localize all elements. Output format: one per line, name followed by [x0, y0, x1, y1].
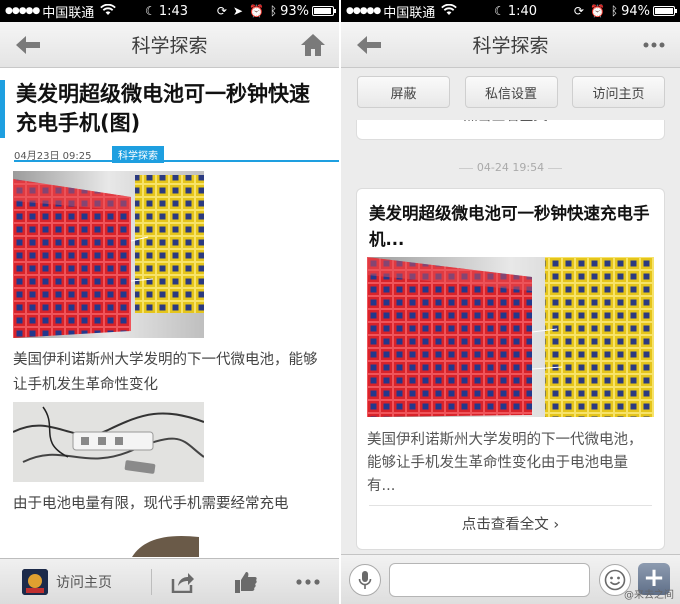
rotation-lock-icon: ⟳: [216, 4, 227, 18]
article-paragraph-1: 美国伊利诺斯州大学发明的下一代微电池，能够让手机发生革命性变化: [13, 352, 318, 393]
home-icon[interactable]: [297, 30, 329, 60]
more-dots-icon[interactable]: [638, 30, 670, 60]
carrier-label: 中国联通: [383, 5, 436, 21]
article-meta: 04月23日 09:25 科学探索: [14, 146, 339, 163]
bluetooth-icon: ᛒ: [610, 4, 619, 18]
page-title: 科学探索: [131, 35, 208, 57]
location-icon: ➤: [232, 4, 243, 18]
moon-icon: ☾: [145, 4, 156, 18]
visit-homepage-button[interactable]: 访问主页: [0, 559, 151, 604]
partial-image: [132, 531, 199, 557]
card-excerpt: 美国伊利诺斯州大学发明的下一代微电池，能够让手机发生革命性变化由于电池电量有..…: [367, 432, 643, 494]
microphone-icon[interactable]: [349, 564, 381, 596]
battery-structure-image[interactable]: [367, 257, 654, 417]
share-icon[interactable]: [152, 559, 214, 604]
status-bar: ●●●●● 中国联通 ☾ 1:43 ⟳ ➤ ⏰ ᛒ 93%: [0, 0, 339, 22]
phone-charger-image[interactable]: [12, 402, 205, 482]
dm-settings-button[interactable]: 私信设置: [464, 76, 558, 108]
message-input[interactable]: [389, 563, 590, 597]
back-arrow-icon[interactable]: [353, 30, 385, 60]
clock-time: 1:43: [158, 3, 189, 19]
moon-icon: ☾: [494, 4, 505, 18]
article-content: 美发明超级微电池可一秒钟快速充电手机(图) 04月23日 09:25 科学探索 …: [0, 68, 339, 558]
signal-icon: ●●●●●: [5, 6, 40, 16]
card-divider: [369, 505, 652, 506]
battery-percent: 94%: [621, 3, 650, 19]
battery-icon: [312, 6, 336, 16]
status-bar: ●●●●● 中国联通 ☾ 1:40 ⟳ ⏰ ᛒ 94%: [341, 0, 680, 22]
battery-percent: 93%: [280, 3, 309, 19]
article-screen: ●●●●● 中国联通 ☾ 1:43 ⟳ ➤ ⏰ ᛒ 93% 科学探索 美发明超级…: [0, 0, 339, 604]
thumbs-up-icon[interactable]: [215, 559, 277, 604]
avatar: [22, 568, 48, 595]
rotation-lock-icon: ⟳: [573, 4, 584, 18]
wifi-icon: [441, 3, 458, 19]
nav-bar: 科学探索: [0, 22, 339, 68]
message-timestamp: 04-24 19:54: [341, 161, 680, 174]
signal-icon: ●●●●●: [346, 6, 381, 16]
bottom-toolbar: 访问主页: [0, 558, 339, 604]
action-buttons: 屏蔽 私信设置 访问主页: [341, 68, 680, 120]
carrier-label: 中国联通: [42, 5, 95, 21]
wifi-icon: [100, 3, 117, 19]
view-full-link[interactable]: 点击查看全文 ›: [357, 513, 664, 534]
article-paragraph-2: 由于电池电量有限，现代手机需要经常充电: [13, 496, 289, 512]
visit-homepage-label: 访问主页: [56, 574, 112, 591]
chat-screen: ●●●●● 中国联通 ☾ 1:40 ⟳ ⏰ ᛒ 94% 科学探索 点击查看全文 …: [341, 0, 680, 604]
nav-bar: 科学探索: [341, 22, 680, 68]
article-message-card[interactable]: 美发明超级微电池可一秒钟快速充电手机... 美国伊利诺斯州大学发明的下一代微电池…: [356, 188, 665, 550]
alarm-icon: ⏰: [589, 4, 605, 18]
block-button[interactable]: 屏蔽: [357, 76, 450, 108]
battery-structure-image[interactable]: [13, 171, 204, 338]
watermark: @来去之间: [624, 590, 674, 601]
visit-homepage-button[interactable]: 访问主页: [572, 76, 665, 108]
more-dots-icon[interactable]: [277, 559, 339, 604]
clock-time: 1:40: [507, 3, 538, 19]
bluetooth-icon: ᛒ: [269, 4, 278, 18]
battery-icon: [653, 6, 677, 16]
meta-divider: [14, 160, 339, 162]
back-arrow-icon[interactable]: [12, 30, 44, 60]
alarm-icon: ⏰: [248, 4, 264, 18]
page-title: 科学探索: [472, 35, 549, 57]
card-title: 美发明超级微电池可一秒钟快速充电手机...: [369, 204, 650, 249]
article-title: 美发明超级微电池可一秒钟快速充电手机(图): [0, 80, 339, 138]
